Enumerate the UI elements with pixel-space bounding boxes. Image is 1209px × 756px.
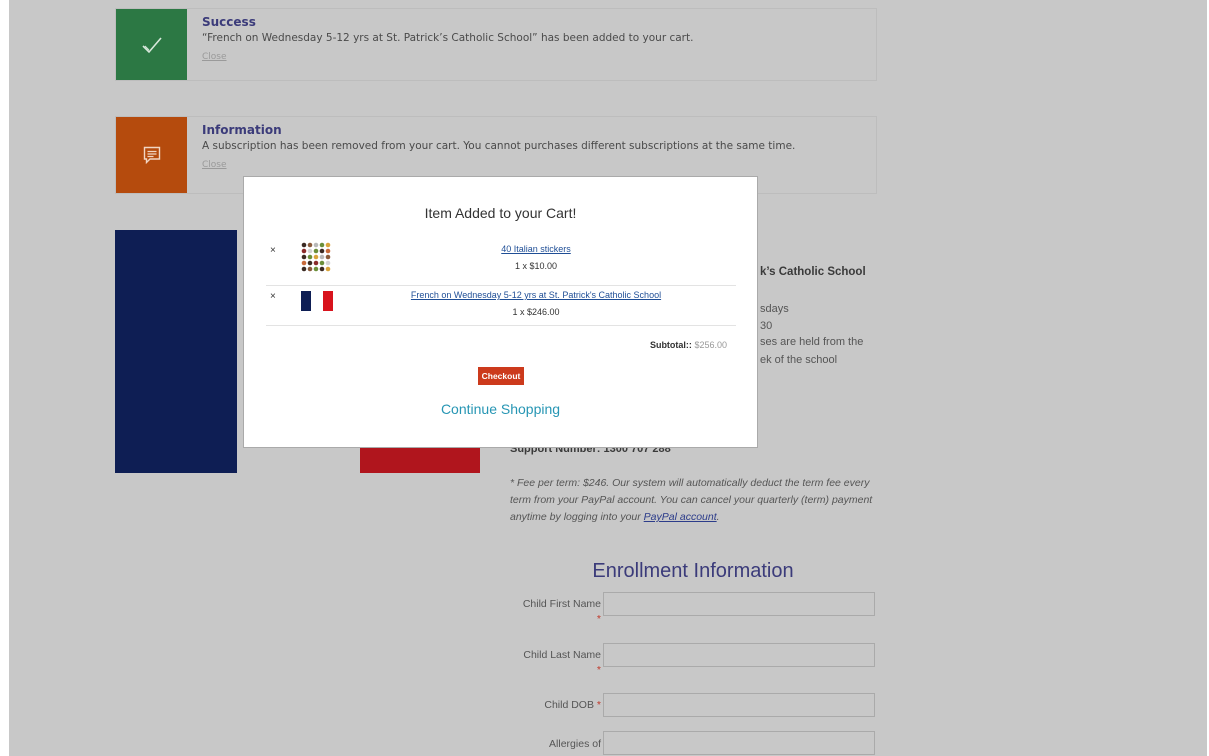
- product-classes-held: ses are held from the: [760, 336, 864, 348]
- product-image-flag-red: [360, 447, 480, 473]
- allergies-label: Allergies of: [549, 738, 601, 750]
- information-message: A subscription has been removed from you…: [202, 140, 796, 152]
- child-last-name-input[interactable]: [603, 643, 875, 667]
- success-close-link[interactable]: Close: [202, 52, 227, 62]
- subtotal-value: $256.00: [694, 340, 727, 350]
- product-school-week: ek of the school: [760, 354, 838, 366]
- information-close-link[interactable]: Close: [202, 160, 227, 170]
- cart-item-quantity-price: 1 x $10.00: [514, 261, 558, 271]
- checkout-button[interactable]: Checkout: [478, 367, 524, 385]
- child-dob-label: Child DOB *: [544, 699, 601, 711]
- child-dob-input[interactable]: [603, 693, 875, 717]
- child-first-name-input[interactable]: [603, 592, 875, 616]
- cart-item: × French on Wednesday 5-12 yrs at St. Pa…: [266, 287, 736, 326]
- product-image-flag-blue: [115, 230, 237, 473]
- cart-item-quantity-price: 1 x $246.00: [512, 307, 560, 317]
- required-marker: *: [596, 699, 601, 711]
- child-first-name-label: Child First Name *: [522, 598, 601, 625]
- subtotal-label: Subtotal::: [649, 340, 692, 350]
- speech-bubble-icon: [143, 146, 160, 164]
- child-last-name-label: Child Last Name *: [523, 649, 601, 676]
- allergies-input[interactable]: [603, 731, 875, 755]
- cart-item-name-link[interactable]: 40 Italian stickers: [336, 244, 736, 254]
- remove-item-icon[interactable]: ×: [270, 245, 276, 256]
- checkmark-icon: [141, 36, 162, 53]
- continue-shopping-link[interactable]: Continue Shopping: [244, 401, 757, 417]
- product-time: 30: [760, 320, 773, 332]
- success-icon-tile: [116, 9, 187, 80]
- success-message: “French on Wednesday 5-12 yrs at St. Pat…: [202, 32, 694, 44]
- remove-item-icon[interactable]: ×: [270, 291, 276, 302]
- success-notice: Success “French on Wednesday 5-12 yrs at…: [115, 8, 877, 81]
- fee-note: * Fee per term: $246. Our system will au…: [510, 475, 882, 526]
- product-school-name: k’s Catholic School: [760, 266, 866, 278]
- cart-modal: Item Added to your Cart! × 40 Italian st…: [243, 176, 758, 448]
- subtotal: Subtotal:: $256.00: [650, 340, 727, 350]
- required-marker: *: [596, 664, 601, 676]
- information-icon-tile: [116, 117, 187, 193]
- paypal-account-link[interactable]: PayPal account: [644, 511, 717, 523]
- cart-item: × 40 Italian stickers 1 x $10.00: [266, 241, 736, 286]
- fee-note-end: .: [716, 511, 720, 523]
- product-days: sdays: [760, 303, 789, 315]
- information-title: Information: [202, 123, 282, 137]
- cart-item-name-link[interactable]: French on Wednesday 5-12 yrs at St. Patr…: [336, 290, 736, 300]
- page-edge-left: [0, 0, 9, 756]
- enrollment-title: Enrollment Information: [592, 560, 794, 582]
- modal-title: Item Added to your Cart!: [424, 205, 577, 221]
- success-title: Success: [202, 15, 256, 29]
- stickers-thumbnail: [301, 242, 331, 272]
- required-marker: *: [596, 613, 601, 625]
- french-flag-thumbnail: [301, 291, 333, 311]
